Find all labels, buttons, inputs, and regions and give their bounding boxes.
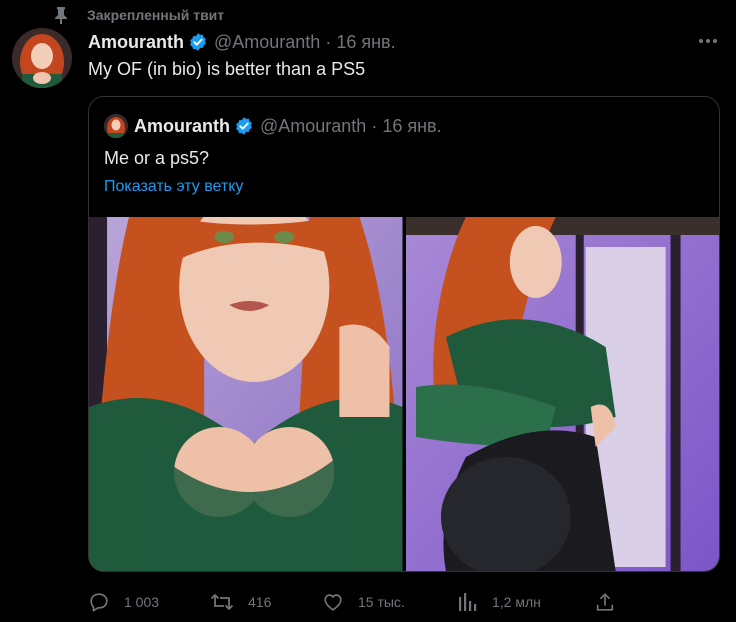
tweet-text: My OF (in bio) is better than a PS5 — [88, 59, 366, 79]
tweet-header: Amouranth @Amouranth · 16 янв. — [88, 30, 396, 54]
quote-avatar — [104, 114, 128, 138]
views-count: 1,2 млн — [492, 594, 541, 610]
views-button[interactable]: 1,2 млн — [458, 588, 541, 616]
photo-1[interactable] — [89, 217, 403, 571]
views-icon — [458, 591, 478, 613]
header-separator: · — [325, 31, 332, 52]
verified-badge-icon — [234, 116, 254, 136]
reply-icon — [88, 591, 110, 613]
quote-separator: · — [371, 115, 378, 136]
retweet-icon — [210, 591, 234, 613]
action-bar: 1 003 416 15 тыс. 1,2 млн — [88, 588, 628, 616]
reply-button[interactable]: 1 003 — [88, 588, 159, 616]
author-handle[interactable]: @Amouranth — [214, 32, 320, 53]
share-icon — [594, 591, 616, 613]
share-button[interactable] — [594, 588, 616, 616]
reply-count: 1 003 — [124, 594, 160, 610]
pin-icon — [54, 6, 68, 24]
author-name[interactable]: Amouranth — [88, 32, 184, 53]
quoted-tweet[interactable]: Amouranth @Amouranth · 16 янв. Me or a p… — [88, 96, 720, 572]
quote-author-handle: @Amouranth — [260, 115, 367, 136]
quote-date: 16 янв. — [382, 115, 442, 136]
retweet-count: 416 — [248, 594, 272, 610]
tweet-date[interactable]: 16 янв. — [336, 32, 395, 53]
avatar[interactable] — [12, 28, 72, 88]
verified-badge-icon — [188, 32, 208, 52]
quote-author-name: Amouranth — [134, 115, 230, 136]
heart-icon — [322, 591, 344, 613]
more-icon[interactable] — [697, 30, 719, 52]
like-count: 15 тыс. — [358, 594, 405, 610]
quote-header: Amouranth @Amouranth · 16 янв. — [104, 114, 442, 138]
quote-media — [89, 217, 719, 571]
photo-2[interactable] — [405, 217, 719, 571]
show-thread-link[interactable]: Показать эту ветку — [104, 178, 243, 196]
pinned-label: Закрепленный твит — [54, 4, 224, 26]
like-button[interactable]: 15 тыс. — [322, 588, 405, 616]
quote-text: Me or a ps5? — [104, 148, 210, 168]
pinned-text: Закрепленный твит — [87, 7, 225, 23]
retweet-button[interactable]: 416 — [210, 588, 271, 616]
